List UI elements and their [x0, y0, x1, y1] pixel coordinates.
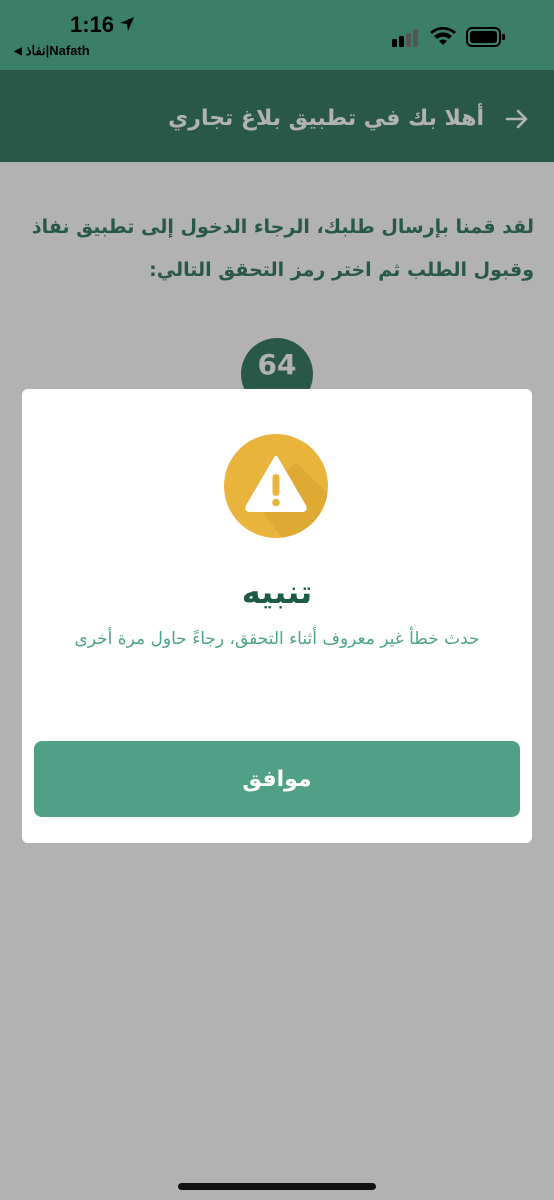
- back-caret-icon: ◀: [14, 45, 22, 57]
- dialog-title: تنبيه: [241, 573, 313, 611]
- warning-icon: [224, 434, 328, 538]
- status-bar: 1:16 ◀ نفاذ|Nafath: [0, 0, 554, 70]
- cellular-signal-icon: [392, 29, 418, 47]
- location-arrow-icon: [120, 17, 134, 31]
- alert-dialog: تنبيه حدث خطأ غير معروف أثناء التحقق، رج…: [22, 389, 532, 843]
- wifi-icon: [430, 27, 456, 45]
- home-indicator[interactable]: [178, 1183, 376, 1190]
- back-app-label: نفاذ|Nafath: [25, 43, 90, 58]
- status-time: 1:16: [70, 12, 115, 37]
- back-to-app-link[interactable]: ◀ نفاذ|Nafath: [14, 43, 90, 59]
- ok-button[interactable]: موافق: [34, 741, 520, 817]
- dialog-message: حدث خطأ غير معروف أثناء التحقق، رجاءً حا…: [74, 629, 480, 649]
- battery-icon: [466, 27, 505, 47]
